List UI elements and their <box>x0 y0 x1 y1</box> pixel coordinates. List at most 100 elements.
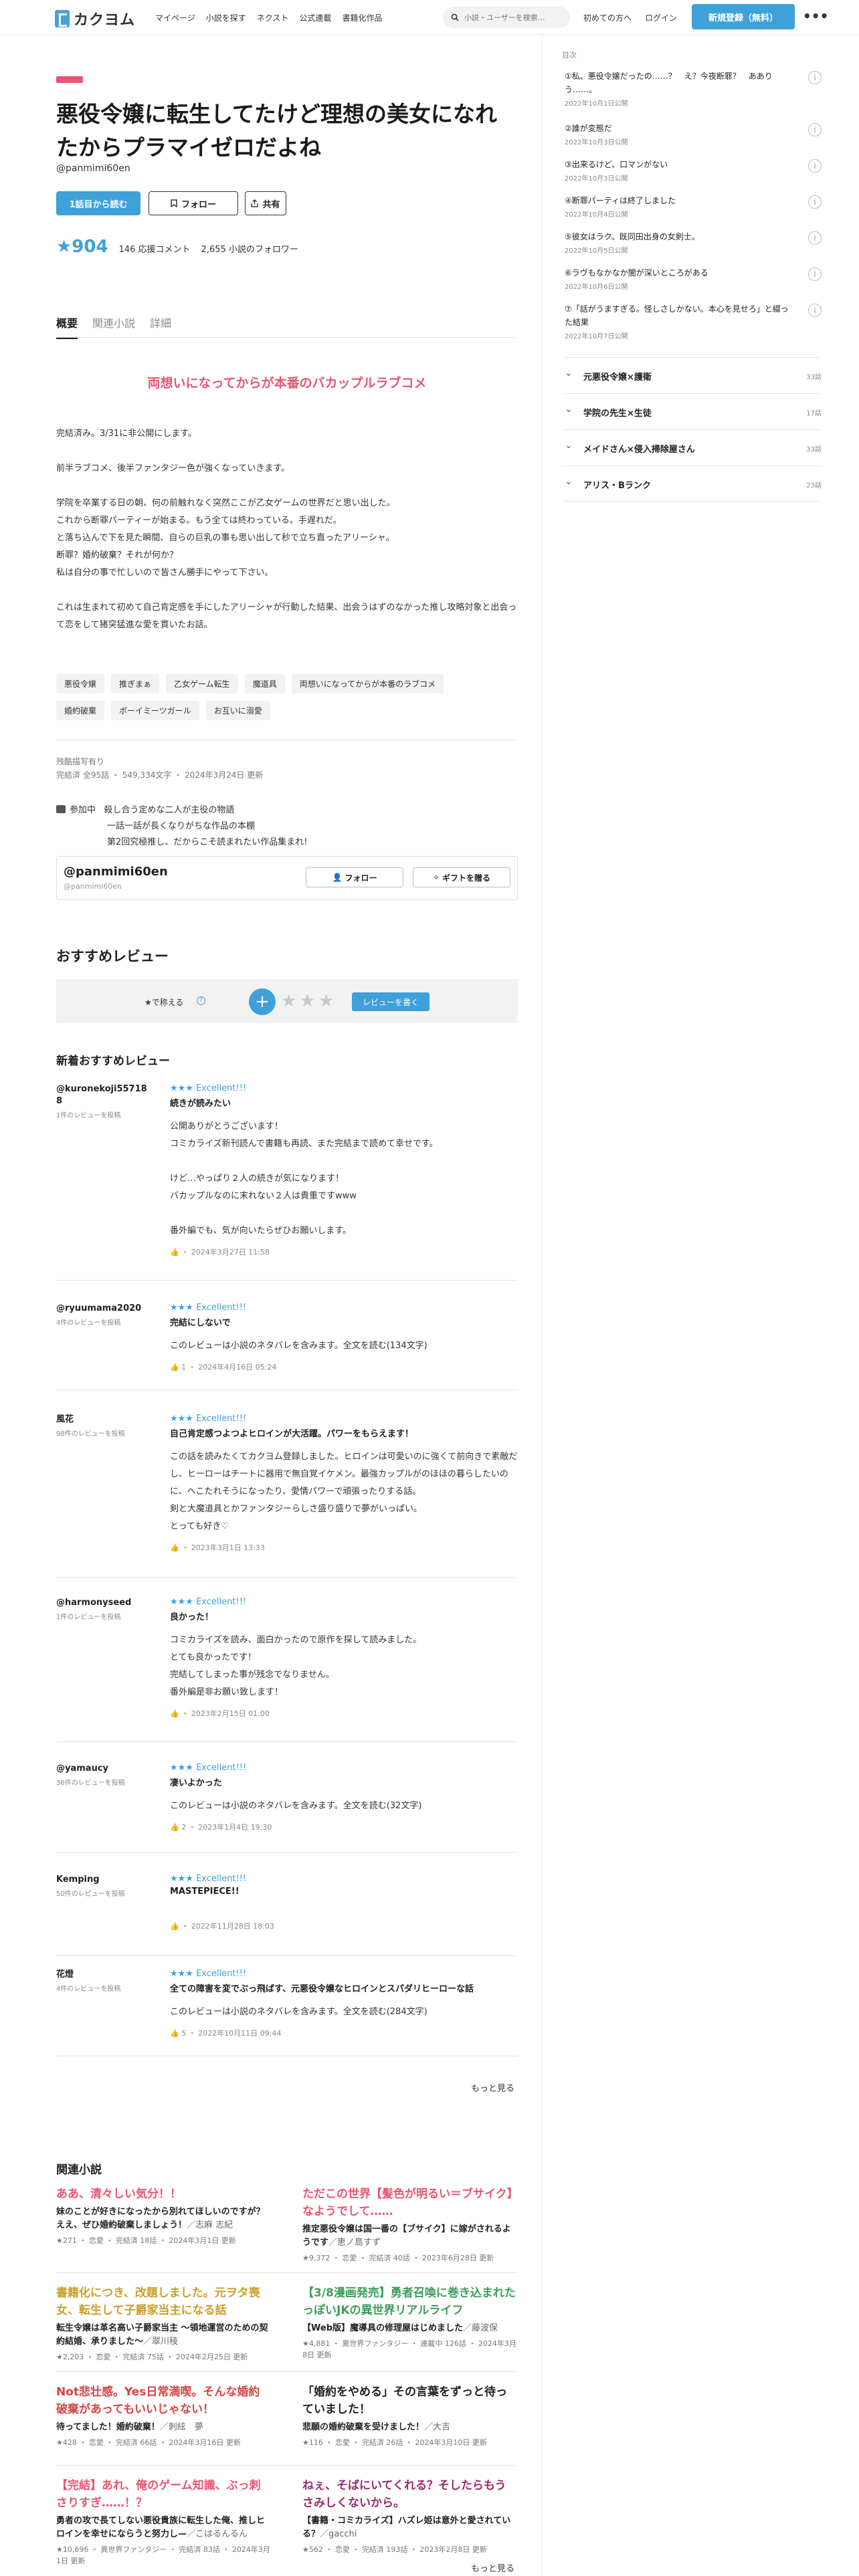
toc-episode[interactable]: ②誰が変態だ 2022年10月3日公開 i <box>565 122 822 146</box>
toc-chapter-toggle[interactable]: ⌄ 学院の先生×生徒 17話 <box>563 393 822 429</box>
toc-chapter-count: 17話 <box>806 410 822 417</box>
like-icon[interactable]: 👍 <box>170 1363 179 1372</box>
like-icon[interactable]: 👍 <box>170 1248 179 1257</box>
toc-episode-date: 2022年10月1日公開 <box>565 100 628 108</box>
author-card-name[interactable]: @panmimi60en <box>64 865 168 879</box>
toc-episode[interactable]: ①私、悪役令嬢だったの……？ え？今夜断罪？ あありう……。 2022年10月1… <box>565 70 822 108</box>
review-title[interactable]: 完結にしないで <box>170 1315 518 1328</box>
more-menu-icon[interactable]: ••• <box>803 8 828 24</box>
info-icon[interactable]: i <box>808 304 822 317</box>
follow-work-button[interactable]: フォロー <box>149 191 238 215</box>
follower-count[interactable]: 2,655 小説のフォロワー <box>201 242 298 255</box>
toc-episode[interactable]: ③出来るけど、口マンがない 2022年10月3日公開 i <box>565 158 822 183</box>
info-icon[interactable]: i <box>808 267 822 281</box>
review-title[interactable]: 自己肯定感つよつよヒロインが大活躍。パワーをもらえます！ <box>170 1426 518 1439</box>
nav-official[interactable]: 公式連載 <box>299 12 331 23</box>
tag-chip[interactable]: ボーイミーツガール <box>111 701 199 720</box>
review-title[interactable]: MASTEPIECE!! <box>170 1887 518 1897</box>
review-user[interactable]: 花燈 <box>56 1969 74 1979</box>
work-author[interactable]: @panmimi60en <box>56 163 130 174</box>
related-meta: ★116 ・ 恋愛 ・ 完結済 26話 ・ 2024年3月10日 更新 <box>302 2438 487 2447</box>
review-title[interactable]: 凄いよかった <box>170 1776 518 1788</box>
read-first-episode-button[interactable]: 1話目から読む <box>56 191 140 215</box>
like-icon[interactable]: 👍 <box>170 1922 179 1931</box>
like-icon[interactable]: 👍 <box>170 2029 179 2038</box>
star-icon[interactable]: ★ <box>318 992 334 1010</box>
review-title[interactable]: 良かった！ <box>170 1610 518 1622</box>
add-star-button[interactable]: + <box>249 988 276 1015</box>
toc-episode[interactable]: ⑤彼女はラク。既同田出身の女剣士。 2022年10月5日公開 i <box>565 230 822 255</box>
related-meta: ★271 ・ 恋愛 ・ 完結済 18話 ・ 2024年3月1日 更新 <box>56 2236 236 2245</box>
like-icon[interactable]: 👍 <box>170 1709 179 1718</box>
toc-chapter-title: 元悪役令嬢×護衛 <box>583 372 652 383</box>
related-item[interactable]: Not悲壮感。Yes日常満喫。そんな婚約破棄があってもいいじゃない！ 待ってまし… <box>56 2383 270 2448</box>
author-follow-button[interactable]: 👤 フォロー <box>306 867 403 887</box>
review-title[interactable]: 続きが読みたい <box>170 1096 518 1109</box>
comment-count[interactable]: 146 応援コメント <box>119 242 191 255</box>
first-time-link[interactable]: 初めての方へ <box>583 12 632 23</box>
nav-search-novels[interactable]: 小説を探す <box>206 12 246 23</box>
main-content: 悪役令嬢に転生してたけど理想の美女になれたからプラマイゼロだよね @panmim… <box>0 35 542 2576</box>
event-link[interactable]: 第2回究極推し、だからこそ読まれたい作品集まれ! <box>107 837 307 847</box>
review-user[interactable]: @ryuumama2020 <box>56 1303 141 1313</box>
review-meta: ・ 2023年3月1日 13:33 <box>181 1543 265 1552</box>
related-title: 悲願の婚約破棄を受けました！／大吉 <box>302 2422 451 2432</box>
tab-details[interactable]: 詳細 <box>150 314 171 339</box>
toc-episode[interactable]: ⑦「話がうますぎる。怪しさしかない。本心を見せろ」と綴った結果 2022年10月… <box>565 302 822 340</box>
share-button[interactable]: 共有 <box>245 191 286 215</box>
related-item[interactable]: 「婚約をやめる」その言葉をずっと待っていました！ 悲願の婚約破棄を受けました！／… <box>302 2383 516 2448</box>
tab-summary[interactable]: 概要 <box>56 314 78 339</box>
review-user[interactable]: @kuronekoji55718 8 <box>56 1084 147 1106</box>
review-user[interactable]: 風花 <box>56 1414 74 1424</box>
search-input[interactable] <box>464 13 558 22</box>
nav-mypage[interactable]: マイページ <box>155 12 195 23</box>
help-icon[interactable]: ? <box>197 996 205 1005</box>
tag-chip[interactable]: 乙女ゲーム転生 <box>166 674 238 693</box>
toc-episode[interactable]: ⑥ラヴもなかなか闇が深いところがある 2022年10月6日公開 i <box>565 266 822 291</box>
related-item[interactable]: 書籍化につき、改題しました。元ヲタ喪女、転生して子爵家当主になる話 転生令嬢は革… <box>56 2284 270 2363</box>
like-icon[interactable]: 👍 <box>170 1823 179 1832</box>
tag-chip[interactable]: 悪役令嬢 <box>56 674 105 693</box>
event-link[interactable]: 殺し合う定めな二人が主役の物語 <box>104 805 234 815</box>
info-icon[interactable]: i <box>808 159 822 173</box>
write-review-button[interactable]: レビューを書く <box>352 992 430 1011</box>
like-icon[interactable]: 👍 <box>170 1543 179 1552</box>
tag-chip[interactable]: 推ぎまぁ <box>111 674 160 693</box>
star-icon[interactable]: ★ <box>300 992 315 1010</box>
info-icon[interactable]: i <box>808 71 822 84</box>
gift-button[interactable]: ✧ ギフトを贈る <box>413 867 510 887</box>
tab-related[interactable]: 関連小説 <box>92 314 135 339</box>
signup-button[interactable]: 新規登録（無料） <box>692 4 795 29</box>
info-icon[interactable]: i <box>808 195 822 209</box>
review-user[interactable]: @harmonyseed <box>56 1598 131 1608</box>
toc-chapter-toggle[interactable]: ⌄ 元悪役令嬢×護衛 33話 <box>563 357 822 393</box>
toc-chapter-toggle[interactable]: ⌄ メイドさん×侵入掃除屋さん 33話 <box>563 429 822 465</box>
tag-chip[interactable]: お互いに溺愛 <box>205 701 270 720</box>
tag-chip[interactable]: 両想いになってからが本番のラブコメ <box>291 674 444 693</box>
login-link[interactable]: ログイン <box>645 12 677 23</box>
tag-chip[interactable]: 魔道具 <box>244 674 285 693</box>
review-user[interactable]: @yamaucy <box>56 1763 108 1774</box>
info-icon[interactable]: i <box>808 231 822 245</box>
tag-chip[interactable]: 婚約破棄 <box>56 701 105 720</box>
related-item[interactable]: ああ、清々しい気分！！ 妹のことが好きになったから別れてほしいのですが？ ええ、… <box>56 2185 274 2246</box>
nav-books[interactable]: 書籍化作品 <box>342 12 382 23</box>
star-count: ★904 <box>56 237 108 257</box>
star-icon[interactable]: ★ <box>281 992 296 1010</box>
review-user[interactable]: Kemping <box>56 1874 100 1885</box>
review-title[interactable]: 全ての障害を変でぶっ飛ばす、元悪役令嬢なヒロインとスパダリヒーローな話 <box>170 1981 518 1994</box>
review-rating: ★★★ Excellent!!! <box>170 1597 247 1607</box>
related-item[interactable]: 【完結】あれ、俺のゲーム知識、ぶっ刺さりすぎ……！？ 勇者の攻で長てしない悪役貴… <box>56 2477 270 2567</box>
info-icon[interactable]: i <box>808 123 822 136</box>
site-logo[interactable]: カクヨム <box>55 8 135 29</box>
related-item[interactable]: ただこの世界【髪色が明るい＝ブサイク】なようでして…… 推定悪役令嬢は国一番の【… <box>302 2185 516 2264</box>
related-title: 【書籍・コミカライズ】ハズレ姫は意外と愛されている？／gacchi <box>302 2516 511 2539</box>
toc-chapter-toggle[interactable]: ⌄ アリス・Bランク 23話 <box>563 465 822 502</box>
toc-episode[interactable]: ④断罪パーティは終了しました 2022年10月4日公開 i <box>565 194 822 219</box>
related-more-link[interactable]: もっと見る <box>471 2561 514 2574</box>
event-link[interactable]: 一話一話が長くなりがちな作品の本棚 <box>107 821 255 831</box>
related-item[interactable]: 【3/8漫画発売】勇者召喚に巻き込まれたっぽいJKの異世界リアルライフ 【Web… <box>302 2284 516 2361</box>
nav-next[interactable]: ネクスト <box>257 12 289 23</box>
related-item[interactable]: ねぇ、そばにいてくれる？そしたらもうさみしくないから。 【書籍・コミカライズ】ハ… <box>302 2477 516 2555</box>
reviews-more-link[interactable]: もっと見る <box>471 2081 514 2094</box>
